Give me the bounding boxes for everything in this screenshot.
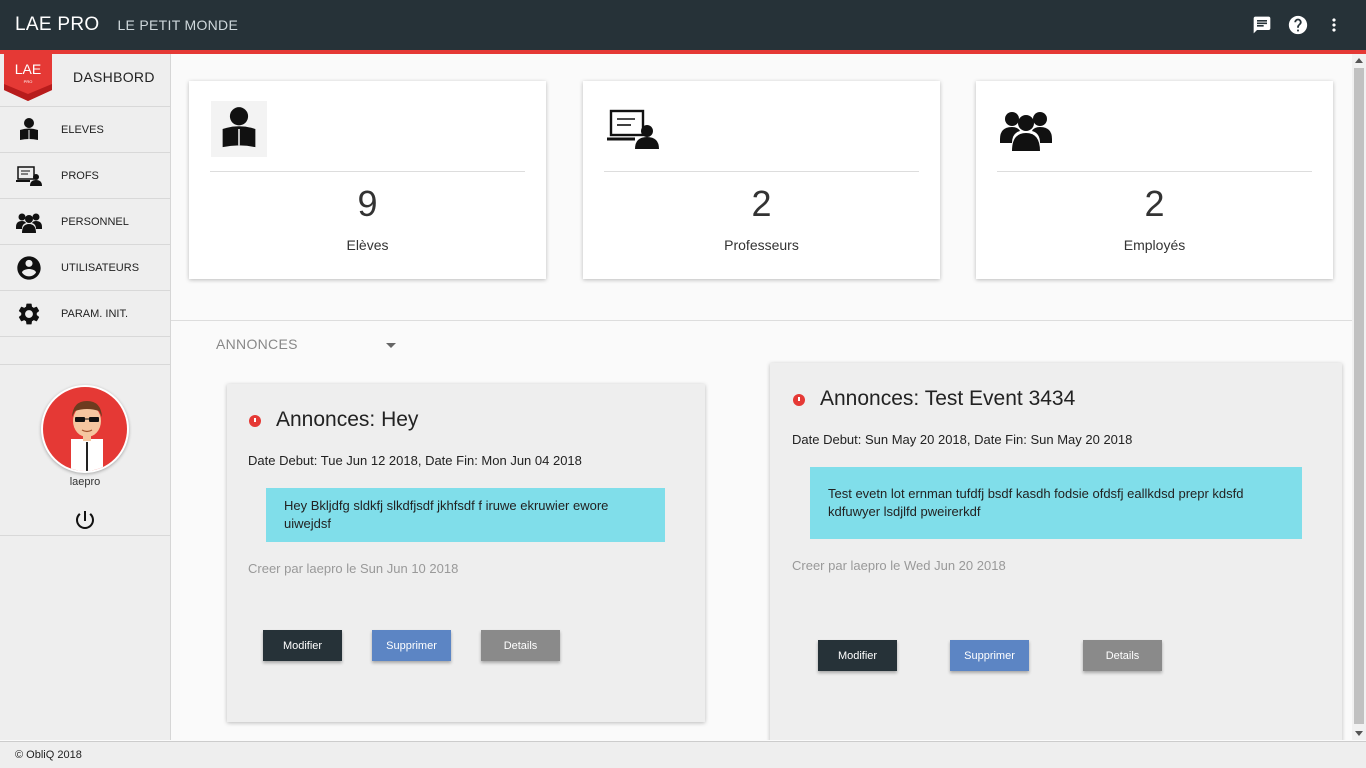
stat-caption: Elèves — [346, 237, 389, 253]
sidebar-item-label: PROFS — [61, 169, 99, 182]
card-divider — [604, 171, 919, 172]
announcement-message: Hey Bkljdfg sldkfj slkdfjsdf jkhfsdf f i… — [266, 488, 665, 542]
announcement-card: Annonces: Hey Date Debut: Tue Jun 12 201… — [227, 384, 705, 722]
stat-value: 2 — [751, 183, 772, 224]
edit-button[interactable]: Modifier — [263, 630, 342, 661]
teacher-board-icon — [0, 153, 57, 199]
sidebar-item-label: PARAM. INIT. — [61, 307, 129, 320]
announcement-message: Test evetn lot ernman tufdfj bsdf kasdh … — [810, 467, 1302, 539]
avatar[interactable] — [41, 385, 129, 473]
sidebar-header[interactable]: LAE PRO DASHBORD — [0, 54, 170, 106]
user-name: laepro — [69, 476, 101, 488]
scrollbar[interactable] — [1352, 54, 1366, 740]
edit-button[interactable]: Modifier — [818, 640, 897, 671]
stat-value: 2 — [1144, 183, 1165, 224]
stat-value: 9 — [357, 183, 378, 224]
sidebar-item-param-init[interactable]: PARAM. INIT. — [0, 290, 170, 336]
stat-card-professeurs[interactable]: 2 Professeurs — [583, 81, 940, 279]
header-actions — [1244, 7, 1352, 43]
sidebar-item-profs[interactable]: PROFS — [0, 152, 170, 198]
app-logo[interactable]: LAE PRO — [4, 54, 52, 101]
main-content: 9 Elèves 2 Professeurs 2 Employés ANNONC… — [171, 54, 1352, 740]
help-icon[interactable] — [1280, 7, 1316, 43]
app-title[interactable]: LAE PRO — [15, 14, 99, 36]
stat-caption: Professeurs — [724, 237, 799, 253]
sidebar-item-label: ELEVES — [61, 123, 104, 136]
scroll-down-icon[interactable] — [1355, 731, 1363, 736]
group-icon — [998, 101, 1054, 157]
card-divider — [997, 171, 1312, 172]
account-circle-icon — [0, 245, 57, 291]
stat-caption: Employés — [1123, 237, 1186, 253]
sidebar-item-eleves[interactable]: ELEVES — [0, 106, 170, 152]
school-name: LE PETIT MONDE — [117, 17, 239, 33]
sidebar-item-personnel[interactable]: PERSONNEL — [0, 198, 170, 244]
dashboard-link[interactable]: DASHBORD — [73, 69, 155, 85]
select-value: ANNONCES — [216, 336, 298, 352]
announcement-meta: Creer par laepro le Wed Jun 20 2018 — [792, 558, 1006, 573]
alert-icon — [249, 415, 261, 427]
stats-section: 9 Elèves 2 Professeurs 2 Employés — [171, 54, 1352, 321]
sidebar-divider — [0, 336, 170, 365]
chat-icon[interactable] — [1244, 7, 1280, 43]
student-reading-icon — [0, 107, 57, 153]
sidebar-item-label: PERSONNEL — [61, 215, 129, 228]
announcement-card: Annonces: Test Event 3434 Date Debut: Su… — [770, 363, 1342, 740]
power-icon[interactable] — [73, 508, 97, 532]
logo-subtext: PRO — [24, 79, 33, 84]
announcement-type-select[interactable]: ANNONCES — [216, 336, 396, 358]
delete-button[interactable]: Supprimer — [372, 630, 451, 661]
sidebar-item-label: UTILISATEURS — [61, 261, 140, 274]
details-button[interactable]: Details — [1083, 640, 1162, 671]
sidebar: LAE PRO DASHBORD ELEVES PROFS PERSONNEL … — [0, 54, 171, 740]
announcement-dates: Date Debut: Sun May 20 2018, Date Fin: S… — [792, 432, 1133, 447]
footer: © ObliQ 2018 — [0, 741, 1366, 768]
announcement-title: Annonces: Hey — [276, 408, 419, 431]
scroll-thumb[interactable] — [1354, 68, 1364, 724]
announcement-meta: Creer par laepro le Sun Jun 10 2018 — [248, 561, 459, 576]
logo-text: LAE — [15, 61, 41, 77]
delete-button[interactable]: Supprimer — [950, 640, 1029, 671]
user-panel: laepro — [0, 365, 170, 536]
announcement-dates: Date Debut: Tue Jun 12 2018, Date Fin: M… — [248, 453, 582, 468]
stat-card-employes[interactable]: 2 Employés — [976, 81, 1333, 279]
stat-card-eleves[interactable]: 9 Elèves — [189, 81, 546, 279]
app-header: LAE PRO LE PETIT MONDE — [0, 0, 1366, 50]
copyright-text: © ObliQ 2018 — [15, 749, 82, 761]
card-divider — [210, 171, 525, 172]
sidebar-item-utilisateurs[interactable]: UTILISATEURS — [0, 244, 170, 290]
alert-icon — [793, 394, 805, 406]
scroll-up-icon[interactable] — [1355, 58, 1363, 63]
teacher-board-icon — [605, 101, 661, 157]
details-button[interactable]: Details — [481, 630, 560, 661]
dropdown-caret-icon — [386, 343, 396, 348]
gear-icon — [0, 291, 57, 337]
more-vert-icon[interactable] — [1316, 7, 1352, 43]
group-icon — [0, 199, 57, 245]
announcement-title: Annonces: Test Event 3434 — [820, 387, 1076, 410]
student-reading-icon — [211, 101, 267, 157]
